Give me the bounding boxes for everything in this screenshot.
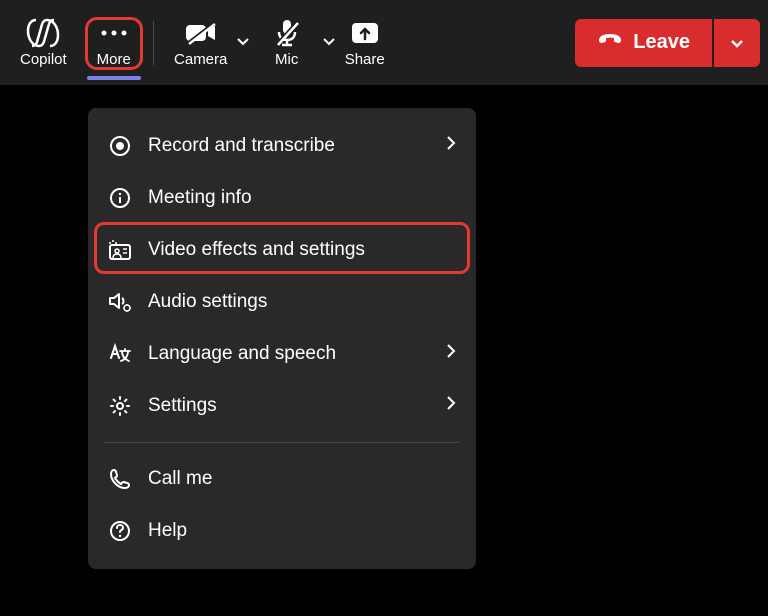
menu-label: Language and speech <box>148 343 430 365</box>
help-icon <box>108 519 132 543</box>
share-icon <box>350 17 380 49</box>
leave-options-button[interactable] <box>714 19 760 67</box>
active-underline <box>87 76 141 80</box>
chevron-right-icon <box>446 343 456 365</box>
chevron-down-icon <box>729 37 745 49</box>
gear-icon <box>108 394 132 418</box>
leave-group: Leave <box>575 19 760 67</box>
mic-button[interactable]: Mic <box>244 11 330 74</box>
menu-label: Video effects and settings <box>148 239 456 261</box>
menu-item-audio-settings[interactable]: Audio settings <box>88 276 476 328</box>
menu-label: Audio settings <box>148 291 456 313</box>
leave-button[interactable]: Leave <box>575 19 712 67</box>
menu-item-settings[interactable]: Settings <box>88 380 476 432</box>
copilot-button[interactable]: Copilot <box>8 11 79 74</box>
share-label: Share <box>345 51 385 68</box>
record-icon <box>108 134 132 158</box>
menu-item-video-effects[interactable]: Video effects and settings <box>88 224 476 276</box>
mic-off-icon <box>274 17 300 49</box>
menu-label: Meeting info <box>148 187 456 209</box>
toolbar-divider <box>153 21 154 65</box>
menu-label: Call me <box>148 468 456 490</box>
copilot-icon <box>26 17 60 49</box>
share-button[interactable]: Share <box>330 11 400 74</box>
mic-label: Mic <box>275 51 298 68</box>
menu-item-help[interactable]: Help <box>88 505 476 557</box>
phone-icon <box>108 467 132 491</box>
camera-button[interactable]: Camera <box>158 11 244 74</box>
menu-item-call-me[interactable]: Call me <box>88 453 476 505</box>
video-effects-icon <box>108 238 132 262</box>
menu-label: Help <box>148 520 456 542</box>
more-icon <box>100 17 128 49</box>
chevron-right-icon <box>446 135 456 157</box>
chevron-right-icon <box>446 395 456 417</box>
meeting-toolbar: Copilot More Camera <box>0 0 768 85</box>
info-icon <box>108 186 132 210</box>
camera-label: Camera <box>174 51 227 68</box>
more-button[interactable]: More <box>79 11 149 74</box>
hangup-icon <box>597 31 623 55</box>
more-label: More <box>97 51 131 68</box>
camera-off-icon <box>184 17 218 49</box>
more-dropdown-menu: Record and transcribe Meeting info Video… <box>88 108 476 569</box>
menu-label: Settings <box>148 395 430 417</box>
language-icon <box>108 342 132 366</box>
leave-label: Leave <box>633 31 690 54</box>
copilot-label: Copilot <box>20 51 67 68</box>
menu-label: Record and transcribe <box>148 135 430 157</box>
menu-item-meeting-info[interactable]: Meeting info <box>88 172 476 224</box>
audio-settings-icon <box>108 290 132 314</box>
menu-item-language[interactable]: Language and speech <box>88 328 476 380</box>
menu-item-record[interactable]: Record and transcribe <box>88 120 476 172</box>
menu-divider <box>104 442 460 443</box>
